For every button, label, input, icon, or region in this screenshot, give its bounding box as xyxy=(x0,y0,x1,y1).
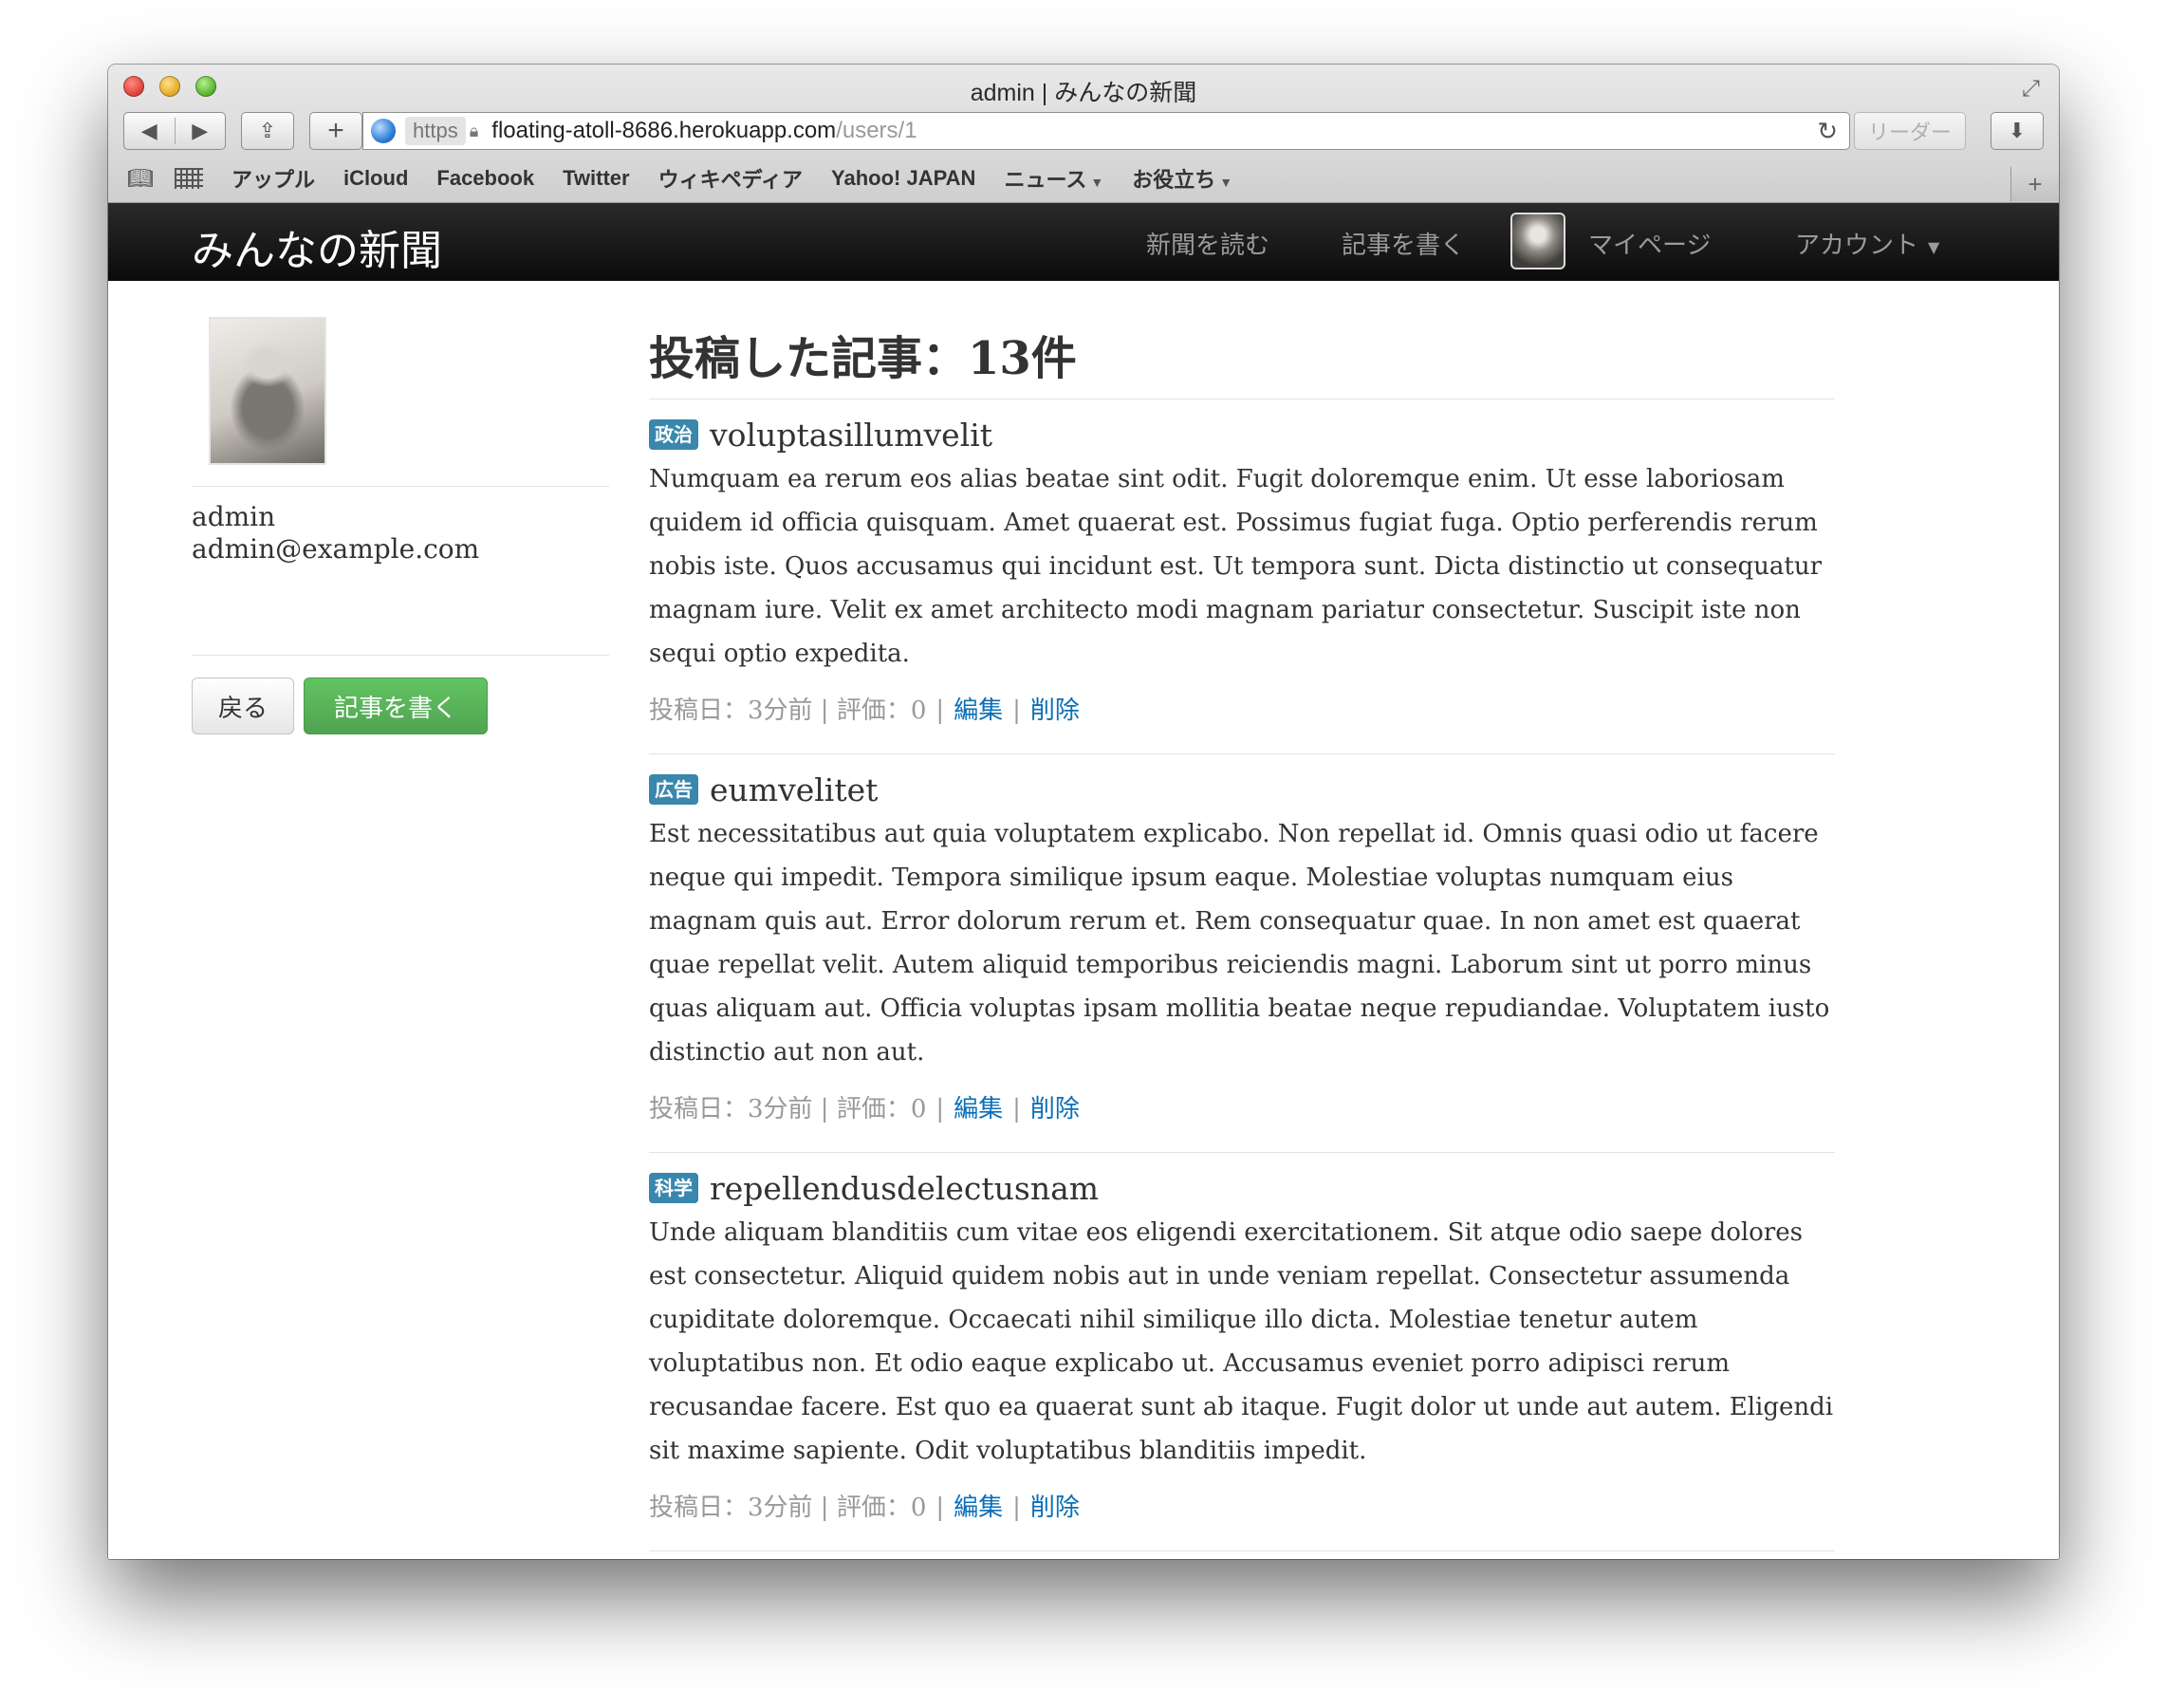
article-item: 広告 eumvelitet Est necessitatibus aut qui… xyxy=(649,769,1835,1124)
article-body: Numquam ea rerum eos alias beatae sint o… xyxy=(649,465,1823,668)
article-meta-info: 投稿日：3分前 | 評価：0 xyxy=(649,1494,927,1522)
site-navbar: みんなの新聞 新聞を読む 記事を書く マイページ アカウント ▼ xyxy=(108,203,2059,281)
lock-icon: 🔒︎ xyxy=(469,121,479,140)
chevron-down-icon: ▼ xyxy=(1219,175,1233,190)
browser-window: admin | みんなの新聞 ⤢ ◀ ▶ ⇪ + https 🔒︎ floati… xyxy=(108,65,2059,1559)
download-icon: ⬇ xyxy=(2008,119,2027,142)
https-badge: https xyxy=(405,117,466,145)
fullscreen-icon[interactable]: ⤢ xyxy=(2022,76,2040,102)
article-item: 科学 repellendusdelectusnam Unde aliquam b… xyxy=(649,1167,1835,1523)
article-meta: 投稿日：3分前 | 評価：0 | 編集 | 削除 xyxy=(649,1095,1080,1123)
delete-link[interactable]: 削除 xyxy=(1030,696,1080,725)
bookmark-item[interactable]: Facebook xyxy=(436,166,534,191)
back-forward-buttons: ◀ ▶ xyxy=(123,112,226,150)
forward-arrow-icon[interactable]: ▶ xyxy=(176,119,226,143)
divider xyxy=(192,486,609,487)
reader-button[interactable]: リーダー xyxy=(1854,112,1966,150)
bookmark-item[interactable]: Twitter xyxy=(563,166,629,191)
url-path: /users/1 xyxy=(836,118,917,143)
article-meta: 投稿日：3分前 | 評価：0 | 編集 | 削除 xyxy=(649,696,1080,725)
nav-write[interactable]: 記事を書く xyxy=(1342,226,1465,261)
bookmark-item[interactable]: Yahoo! JAPAN xyxy=(831,166,975,191)
site-brand[interactable]: みんなの新聞 xyxy=(192,216,442,277)
username: admin xyxy=(192,501,276,532)
delete-link[interactable]: 削除 xyxy=(1030,1494,1080,1522)
edit-link[interactable]: 編集 xyxy=(954,1494,1003,1522)
globe-icon xyxy=(371,119,396,143)
page-title: 投稿した記事：13件 xyxy=(649,332,1077,385)
category-badge: 政治 xyxy=(649,419,698,450)
reload-icon[interactable]: ↻ xyxy=(1817,117,1838,146)
address-bar[interactable]: https 🔒︎ floating-atoll-8686.herokuapp.c… xyxy=(362,112,1850,150)
back-button[interactable]: 戻る xyxy=(192,678,294,734)
user-email: admin@example.com xyxy=(192,533,480,565)
divider xyxy=(649,753,1835,754)
bookmark-item[interactable]: ウィキペディア xyxy=(658,163,803,194)
top-sites-grid-icon[interactable] xyxy=(174,168,203,189)
category-badge: 科学 xyxy=(649,1173,698,1203)
url-host: floating-atoll-8686.herokuapp.com xyxy=(491,118,837,143)
browser-chrome: admin | みんなの新聞 ⤢ ◀ ▶ ⇪ + https 🔒︎ floati… xyxy=(108,65,2059,203)
chevron-down-icon: ▼ xyxy=(1928,237,1940,256)
article-body: Unde aliquam blanditiis cum vitae eos el… xyxy=(649,1218,1834,1465)
profile-avatar xyxy=(209,317,326,465)
bookmark-folder[interactable]: お役立ち ▼ xyxy=(1132,163,1232,194)
back-arrow-icon[interactable]: ◀ xyxy=(124,119,175,143)
share-icon: ⇪ xyxy=(258,119,277,142)
nav-read[interactable]: 新聞を読む xyxy=(1146,226,1269,261)
article-item: 政治 voluptasillumvelit Numquam ea rerum e… xyxy=(649,414,1835,726)
bookmark-item[interactable]: アップル xyxy=(232,163,315,194)
page-content: admin admin@example.com 戻る 記事を書く 投稿した記事：… xyxy=(108,281,2059,1559)
user-info: admin admin@example.com xyxy=(192,501,479,566)
nav-account-label: アカウント xyxy=(1795,232,1919,260)
nav-account-dropdown[interactable]: アカウント ▼ xyxy=(1795,226,1939,261)
share-button[interactable]: ⇪ xyxy=(241,112,294,150)
delete-link[interactable]: 削除 xyxy=(1030,1095,1080,1123)
edit-link[interactable]: 編集 xyxy=(954,1095,1003,1123)
add-bookmark-button[interactable]: + xyxy=(309,112,362,150)
new-tab-button[interactable]: + xyxy=(2010,167,2059,201)
nav-mypage[interactable]: マイページ xyxy=(1588,226,1711,261)
book-icon[interactable]: 📖︎ xyxy=(127,166,154,191)
downloads-button[interactable]: ⬇ xyxy=(1991,112,2044,150)
article-meta: 投稿日：3分前 | 評価：0 | 編集 | 削除 xyxy=(649,1494,1080,1522)
category-badge: 広告 xyxy=(649,774,698,805)
article-body: Est necessitatibus aut quia voluptatem e… xyxy=(649,820,1830,1067)
bookmarks-bar: 📖︎ アップル iCloud Facebook Twitter ウィキペディア … xyxy=(108,161,2059,195)
divider xyxy=(649,1550,1835,1551)
write-article-button[interactable]: 記事を書く xyxy=(304,678,488,734)
divider xyxy=(192,655,609,656)
plus-icon: + xyxy=(327,115,344,146)
article-title[interactable]: voluptasillumvelit xyxy=(710,417,992,454)
divider xyxy=(649,1152,1835,1153)
window-title: admin | みんなの新聞 xyxy=(970,80,1197,106)
article-title[interactable]: repellendusdelectusnam xyxy=(710,1170,1099,1207)
article-meta-info: 投稿日：3分前 | 評価：0 xyxy=(649,1095,927,1123)
article-title[interactable]: eumvelitet xyxy=(710,771,878,808)
article-meta-info: 投稿日：3分前 | 評価：0 xyxy=(649,696,927,725)
chevron-down-icon: ▼ xyxy=(1090,175,1104,190)
bookmark-folder[interactable]: ニュース ▼ xyxy=(1004,163,1103,194)
edit-link[interactable]: 編集 xyxy=(954,696,1003,725)
bookmark-item[interactable]: iCloud xyxy=(343,166,408,191)
avatar[interactable] xyxy=(1510,213,1565,269)
